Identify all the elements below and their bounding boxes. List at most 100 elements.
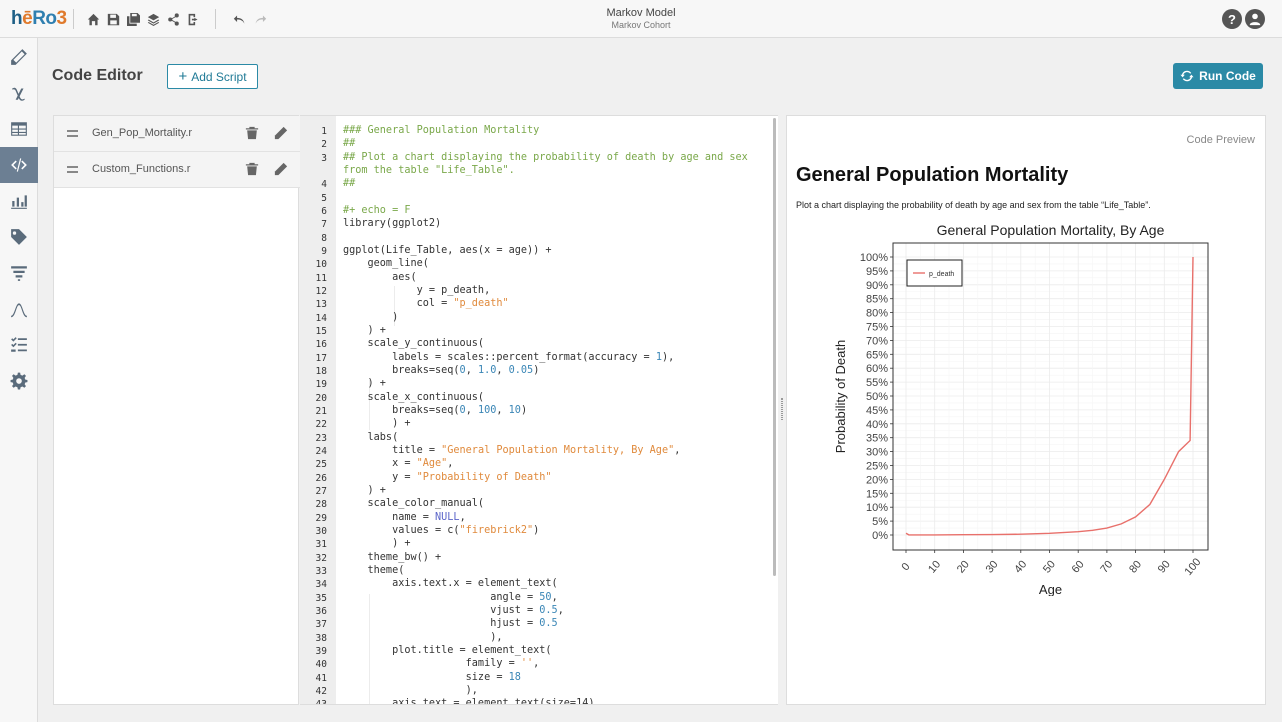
- rail-charts[interactable]: [0, 183, 38, 219]
- script-item-custom-functions[interactable]: Custom_Functions.r: [54, 152, 300, 188]
- x-tick-label: 40: [1012, 558, 1029, 575]
- preview-description: Plot a chart displaying the probability …: [796, 200, 1151, 210]
- add-script-button[interactable]: + Add Script: [167, 64, 258, 89]
- line-number: 6: [321, 206, 327, 217]
- y-tick-label: 65%: [866, 349, 888, 361]
- layers-icon[interactable]: [146, 12, 160, 26]
- run-code-button[interactable]: Run Code: [1173, 63, 1263, 89]
- code-line: ggplot(Life_Table, aes(x = age)) +: [343, 245, 552, 256]
- rail-tags[interactable]: [0, 219, 38, 255]
- code-line: values = c("firebrick2"): [343, 525, 540, 536]
- edit-pencil-icon[interactable]: [274, 162, 288, 176]
- rail-distributions[interactable]: [0, 291, 38, 327]
- mortality-chart: General Population Mortality, By Age 0% 5%…: [833, 222, 1209, 596]
- drag-handle-icon[interactable]: [67, 166, 78, 173]
- variable-icon: [12, 87, 25, 101]
- curve-icon: [11, 303, 27, 318]
- legend-label: p_death: [929, 271, 954, 278]
- line-number: 29: [315, 513, 327, 524]
- rail-filters[interactable]: [0, 255, 38, 291]
- home-icon[interactable]: [86, 12, 100, 26]
- code-line: breaks=seq(0, 100, 10): [343, 405, 528, 416]
- line-number: 41: [315, 673, 327, 684]
- y-tick-label: 85%: [866, 294, 888, 306]
- app-logo[interactable]: hēRo3: [11, 8, 67, 30]
- script-name[interactable]: Gen_Pop_Mortality.r: [92, 127, 192, 139]
- delete-icon[interactable]: [245, 126, 259, 140]
- code-line: ),: [343, 685, 478, 696]
- code-editor[interactable]: 1 2 3 4 5 6 7 8 9 10 11 12 13 14 15 16 17 18 19 20 21 22 23 24 2…: [300, 115, 778, 705]
- help-icon[interactable]: ?: [1222, 9, 1242, 29]
- line-number: 22: [315, 419, 327, 430]
- line-number: 7: [321, 219, 327, 230]
- code-line: breaks=seq(0, 1.0, 0.05): [343, 365, 540, 376]
- code-line: axis.text = element_text(size=14): [343, 698, 595, 705]
- rail-tables[interactable]: [0, 111, 38, 147]
- line-number: 23: [315, 433, 327, 444]
- export-icon[interactable]: [186, 12, 200, 26]
- rail-code[interactable]: [0, 147, 38, 183]
- rail-pencil[interactable]: [0, 39, 38, 75]
- code-line: from the table "Life_Table".: [343, 165, 515, 176]
- drag-handle-icon[interactable]: [67, 130, 78, 137]
- plus-icon: +: [178, 68, 188, 85]
- script-name[interactable]: Custom_Functions.r: [92, 163, 190, 175]
- plot-area: [892, 242, 1209, 551]
- rail-settings[interactable]: [0, 363, 38, 399]
- toolbar-divider: [215, 9, 216, 29]
- line-number: 10: [315, 259, 327, 270]
- y-tick-label: 30%: [866, 447, 888, 459]
- preview-heading: General Population Mortality: [796, 164, 1069, 186]
- code-line: name = NULL,: [343, 512, 466, 523]
- splitter-grip-icon[interactable]: [781, 398, 783, 420]
- line-number: 2: [321, 139, 327, 150]
- line-number: 39: [315, 646, 327, 657]
- y-tick-label: 60%: [866, 363, 888, 375]
- editor-scrollbar[interactable]: [773, 118, 776, 576]
- x-tick-label: 90: [1156, 558, 1173, 575]
- save-icon[interactable]: [106, 12, 120, 26]
- line-number: 25: [315, 459, 327, 470]
- line-number: 11: [315, 273, 327, 284]
- code-line: axis.text.x = element_text(: [343, 578, 558, 589]
- x-tick-label: 80: [1127, 558, 1144, 575]
- code-line: ##: [343, 178, 356, 189]
- rail-checklist[interactable]: [0, 327, 38, 363]
- user-avatar-icon[interactable]: [1245, 9, 1265, 29]
- script-item-gen-pop-mortality[interactable]: Gen_Pop_Mortality.r: [54, 116, 300, 152]
- y-tick-label: 95%: [866, 266, 888, 278]
- y-tick-label: 90%: [866, 280, 888, 292]
- line-number: 16: [315, 339, 327, 350]
- edit-pencil-icon[interactable]: [274, 126, 288, 140]
- settings-icon: [10, 372, 28, 390]
- y-tick-label: 100%: [860, 252, 888, 264]
- code-line: ## Plot a chart displaying the probabili…: [343, 152, 748, 163]
- line-number: 3: [321, 153, 327, 164]
- code-line: aes(: [343, 272, 417, 283]
- table-icon: [11, 122, 27, 136]
- code-line: ): [343, 312, 399, 323]
- y-tick-label: 75%: [866, 322, 888, 334]
- y-tick-label: 45%: [866, 405, 888, 417]
- undo-icon[interactable]: [232, 12, 246, 26]
- share-icon[interactable]: [166, 12, 180, 26]
- code-line: size = 18: [343, 672, 521, 683]
- y-tick-label: 15%: [866, 488, 888, 500]
- code-line: scale_y_continuous(: [343, 338, 485, 349]
- line-number: 21: [315, 406, 327, 417]
- x-tick-label: 60: [1070, 558, 1087, 575]
- x-tick-label: 0: [899, 561, 912, 573]
- line-number: 30: [315, 526, 327, 537]
- x-tick-label: 30: [984, 558, 1001, 575]
- top-bar: hēRo3 Markov Model Markov Cohort ?: [0, 0, 1282, 38]
- delete-icon[interactable]: [245, 162, 259, 176]
- line-number: 5: [321, 193, 327, 204]
- page-title: Code Editor: [52, 67, 143, 84]
- code-line: y = "Probability of Death": [343, 472, 552, 483]
- code-line: #+ echo = F: [343, 205, 411, 216]
- y-tick-label: 10%: [866, 502, 888, 514]
- y-tick-label: 70%: [866, 335, 888, 347]
- code-line: ) +: [343, 378, 386, 389]
- rail-variables[interactable]: [0, 75, 38, 111]
- save-all-icon[interactable]: [126, 12, 140, 26]
